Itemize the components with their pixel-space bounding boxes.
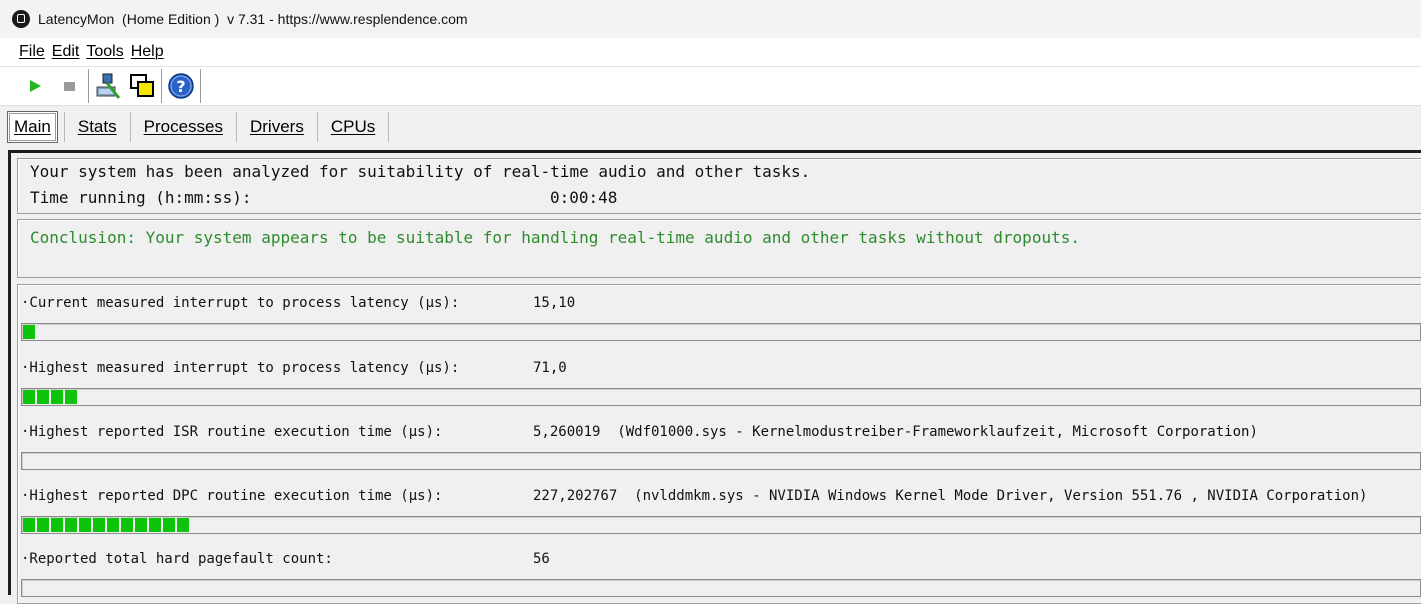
analyze-icon	[96, 73, 121, 99]
toolbar: ?	[0, 67, 1421, 106]
bar-segment	[107, 518, 119, 532]
tab-cpus[interactable]: CPUs	[318, 112, 390, 142]
metrics-panel: ·Current measured interrupt to process l…	[17, 284, 1421, 604]
svg-text:?: ?	[176, 77, 185, 96]
metric-bar-fill	[23, 325, 37, 339]
start-button[interactable]	[18, 69, 52, 103]
metric-label: ·Reported total hard pagefault count:	[21, 551, 333, 567]
toolbar-separator	[88, 69, 89, 103]
bar-segment	[177, 518, 189, 532]
metric-bar-fill	[23, 390, 79, 404]
bar-segment	[23, 518, 35, 532]
help-button[interactable]: ?	[164, 69, 198, 103]
stop-button[interactable]	[52, 69, 86, 103]
windows-button[interactable]	[125, 69, 159, 103]
menu-bar: File Edit Tools Help	[0, 38, 1421, 67]
metric-label: ·Highest reported ISR routine execution …	[21, 424, 443, 440]
metric-label: ·Highest measured interrupt to process l…	[21, 360, 460, 376]
menu-edit[interactable]: Edit	[52, 43, 80, 61]
menu-file[interactable]: File	[19, 43, 45, 61]
tab-main-label: Main	[14, 117, 51, 136]
tab-processes-label: Processes	[143, 117, 223, 136]
conclusion-panel: Conclusion: Your system appears to be su…	[17, 219, 1421, 278]
metric-bar	[21, 323, 1421, 341]
metric-bar	[21, 452, 1421, 470]
metric-value: 227,202767 (nvlddmkm.sys - NVIDIA Window…	[533, 488, 1368, 504]
metric-value: 71,0	[533, 360, 567, 376]
toolbar-separator	[200, 69, 201, 103]
toolbar-separator	[161, 69, 162, 103]
time-running-label: Time running (h:mm:ss):	[30, 188, 252, 207]
help-icon: ?	[168, 73, 194, 99]
bar-segment	[93, 518, 105, 532]
tab-stats[interactable]: Stats	[63, 112, 131, 142]
bar-segment	[37, 390, 49, 404]
menu-help[interactable]: Help	[131, 43, 164, 61]
bar-segment	[51, 518, 63, 532]
main-panel: Your system has been analyzed for suitab…	[8, 150, 1421, 604]
time-running-value: 0:00:48	[550, 188, 618, 207]
bar-segment	[121, 518, 133, 532]
conclusion-text: Conclusion: Your system appears to be su…	[30, 228, 1080, 247]
bar-segment	[65, 390, 77, 404]
bar-segment	[79, 518, 91, 532]
tab-drivers[interactable]: Drivers	[237, 112, 318, 142]
tab-cpus-label: CPUs	[330, 117, 376, 136]
bar-segment	[65, 518, 77, 532]
metric-bar-fill	[23, 518, 191, 532]
tab-stats-label: Stats	[77, 117, 117, 136]
bar-segment	[51, 390, 63, 404]
stop-icon	[64, 82, 75, 91]
tab-main[interactable]: Main	[7, 111, 58, 143]
bar-segment	[23, 325, 35, 339]
tab-processes[interactable]: Processes	[131, 112, 237, 142]
bar-segment	[23, 390, 35, 404]
metric-value: 56	[533, 551, 550, 567]
menu-tools[interactable]: Tools	[86, 43, 123, 61]
bar-segment	[149, 518, 161, 532]
tab-drivers-label: Drivers	[249, 117, 304, 136]
metric-label: ·Current measured interrupt to process l…	[21, 295, 460, 311]
bar-segment	[163, 518, 175, 532]
bar-segment	[135, 518, 147, 532]
bar-segment	[37, 518, 49, 532]
windows-icon	[130, 74, 154, 97]
metric-bar	[21, 579, 1421, 597]
play-icon	[30, 80, 41, 92]
title-bar: LatencyMon (Home Edition ) v 7.31 - http…	[0, 0, 1421, 38]
app-icon	[12, 10, 30, 28]
window-title: LatencyMon (Home Edition ) v 7.31 - http…	[38, 11, 468, 27]
metric-bar	[21, 388, 1421, 406]
metric-bar	[21, 516, 1421, 534]
metric-label: ·Highest reported DPC routine execution …	[21, 488, 443, 504]
metric-value: 15,10	[533, 295, 576, 311]
analyze-button[interactable]	[91, 69, 125, 103]
tab-bar: Main Stats Processes Drivers CPUs	[0, 106, 1421, 148]
status-panel: Your system has been analyzed for suitab…	[17, 158, 1421, 214]
status-line: Your system has been analyzed for suitab…	[30, 162, 811, 181]
metric-value: 5,260019 (Wdf01000.sys - Kernelmodustrei…	[533, 424, 1258, 440]
